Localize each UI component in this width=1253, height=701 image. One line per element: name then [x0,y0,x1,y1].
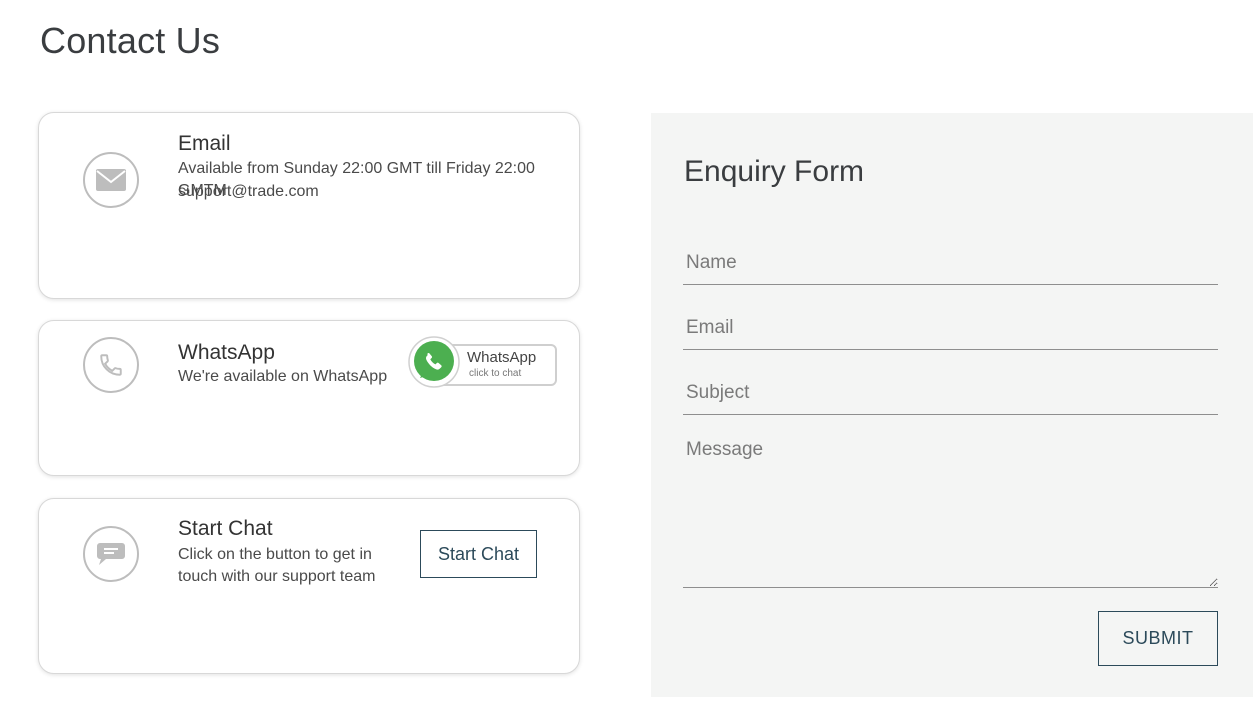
whatsapp-logo-icon [408,336,460,388]
envelope-icon [83,152,139,208]
name-field[interactable] [683,241,1218,285]
start-chat-button[interactable]: Start Chat [420,530,537,578]
start-chat-card: Start Chat Click on the button to get in… [38,498,580,674]
subject-field[interactable] [683,371,1218,415]
start-chat-card-text: Click on the button to get in touch with… [178,546,376,585]
whatsapp-badge-subtext: click to chat [469,368,522,379]
whatsapp-card-title: WhatsApp [178,341,275,364]
chat-bubble-icon [83,526,139,582]
start-chat-card-title: Start Chat [178,517,273,540]
email-field[interactable] [683,306,1218,350]
whatsapp-click-to-chat-button[interactable]: WhatsApp click to chat [407,335,559,393]
whatsapp-card-text: We're available on WhatsApp [178,368,388,385]
whatsapp-badge-name: WhatsApp [467,349,537,366]
message-field[interactable] [683,435,1218,588]
email-card-title: Email [178,132,231,155]
enquiry-form-panel: Enquiry Form SUBMIT [651,113,1253,697]
submit-button[interactable]: SUBMIT [1098,611,1218,666]
email-address-link[interactable]: support@trade.com [178,181,319,203]
whatsapp-card: WhatsApp We're available on WhatsApp Wha… [38,320,580,476]
email-card: Email Available from Sunday 22:00 GMT ti… [38,112,580,299]
phone-icon [83,337,139,393]
enquiry-form-title: Enquiry Form [684,155,865,188]
page-title: Contact Us [40,20,221,61]
